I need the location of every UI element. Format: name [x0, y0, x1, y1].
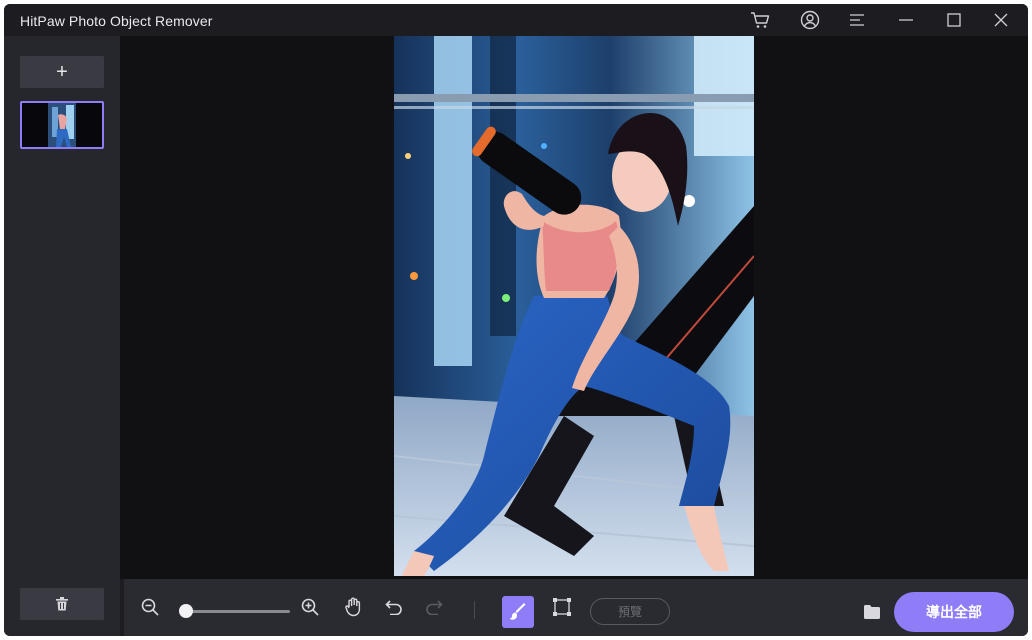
minimize-icon[interactable]	[894, 8, 918, 32]
trash-icon	[56, 597, 68, 611]
app-title: HitPaw Photo Object Remover	[20, 13, 213, 29]
brush-tool-button[interactable]	[502, 596, 534, 628]
bottom-toolbar: 預覽	[124, 579, 838, 636]
account-icon[interactable]	[798, 8, 822, 32]
export-all-button[interactable]: 導出全部	[894, 592, 1014, 632]
edited-photo[interactable]	[394, 36, 754, 576]
plus-icon: +	[56, 61, 68, 83]
add-image-button[interactable]: +	[20, 56, 104, 88]
sidebar: +	[4, 36, 120, 636]
box-select-icon[interactable]	[550, 595, 574, 619]
canvas-area[interactable]	[120, 36, 1028, 579]
title-bar: HitPaw Photo Object Remover	[4, 4, 1028, 36]
photo-image	[394, 36, 754, 576]
undo-icon[interactable]	[382, 595, 406, 619]
close-icon[interactable]	[989, 8, 1013, 32]
delete-button[interactable]	[20, 588, 104, 620]
zoom-in-icon[interactable]	[298, 595, 322, 619]
zoom-out-icon[interactable]	[138, 595, 162, 619]
thumbnail-image	[22, 103, 102, 147]
export-panel: 導出全部	[838, 579, 1028, 636]
folder-icon[interactable]	[860, 600, 884, 624]
image-thumbnail[interactable]	[20, 101, 104, 149]
brush-icon	[509, 603, 526, 620]
hand-icon[interactable]	[342, 595, 366, 619]
preview-button[interactable]: 預覽	[590, 598, 670, 625]
cart-icon[interactable]	[748, 8, 772, 32]
menu-icon[interactable]	[845, 8, 869, 32]
zoom-slider-thumb[interactable]	[179, 604, 193, 618]
app-window: HitPaw Photo Object Remover + 預覽 導出全部	[4, 4, 1028, 636]
zoom-slider[interactable]	[186, 610, 290, 613]
maximize-icon[interactable]	[942, 8, 966, 32]
toolbar-divider	[474, 601, 475, 619]
redo-icon[interactable]	[422, 595, 446, 619]
